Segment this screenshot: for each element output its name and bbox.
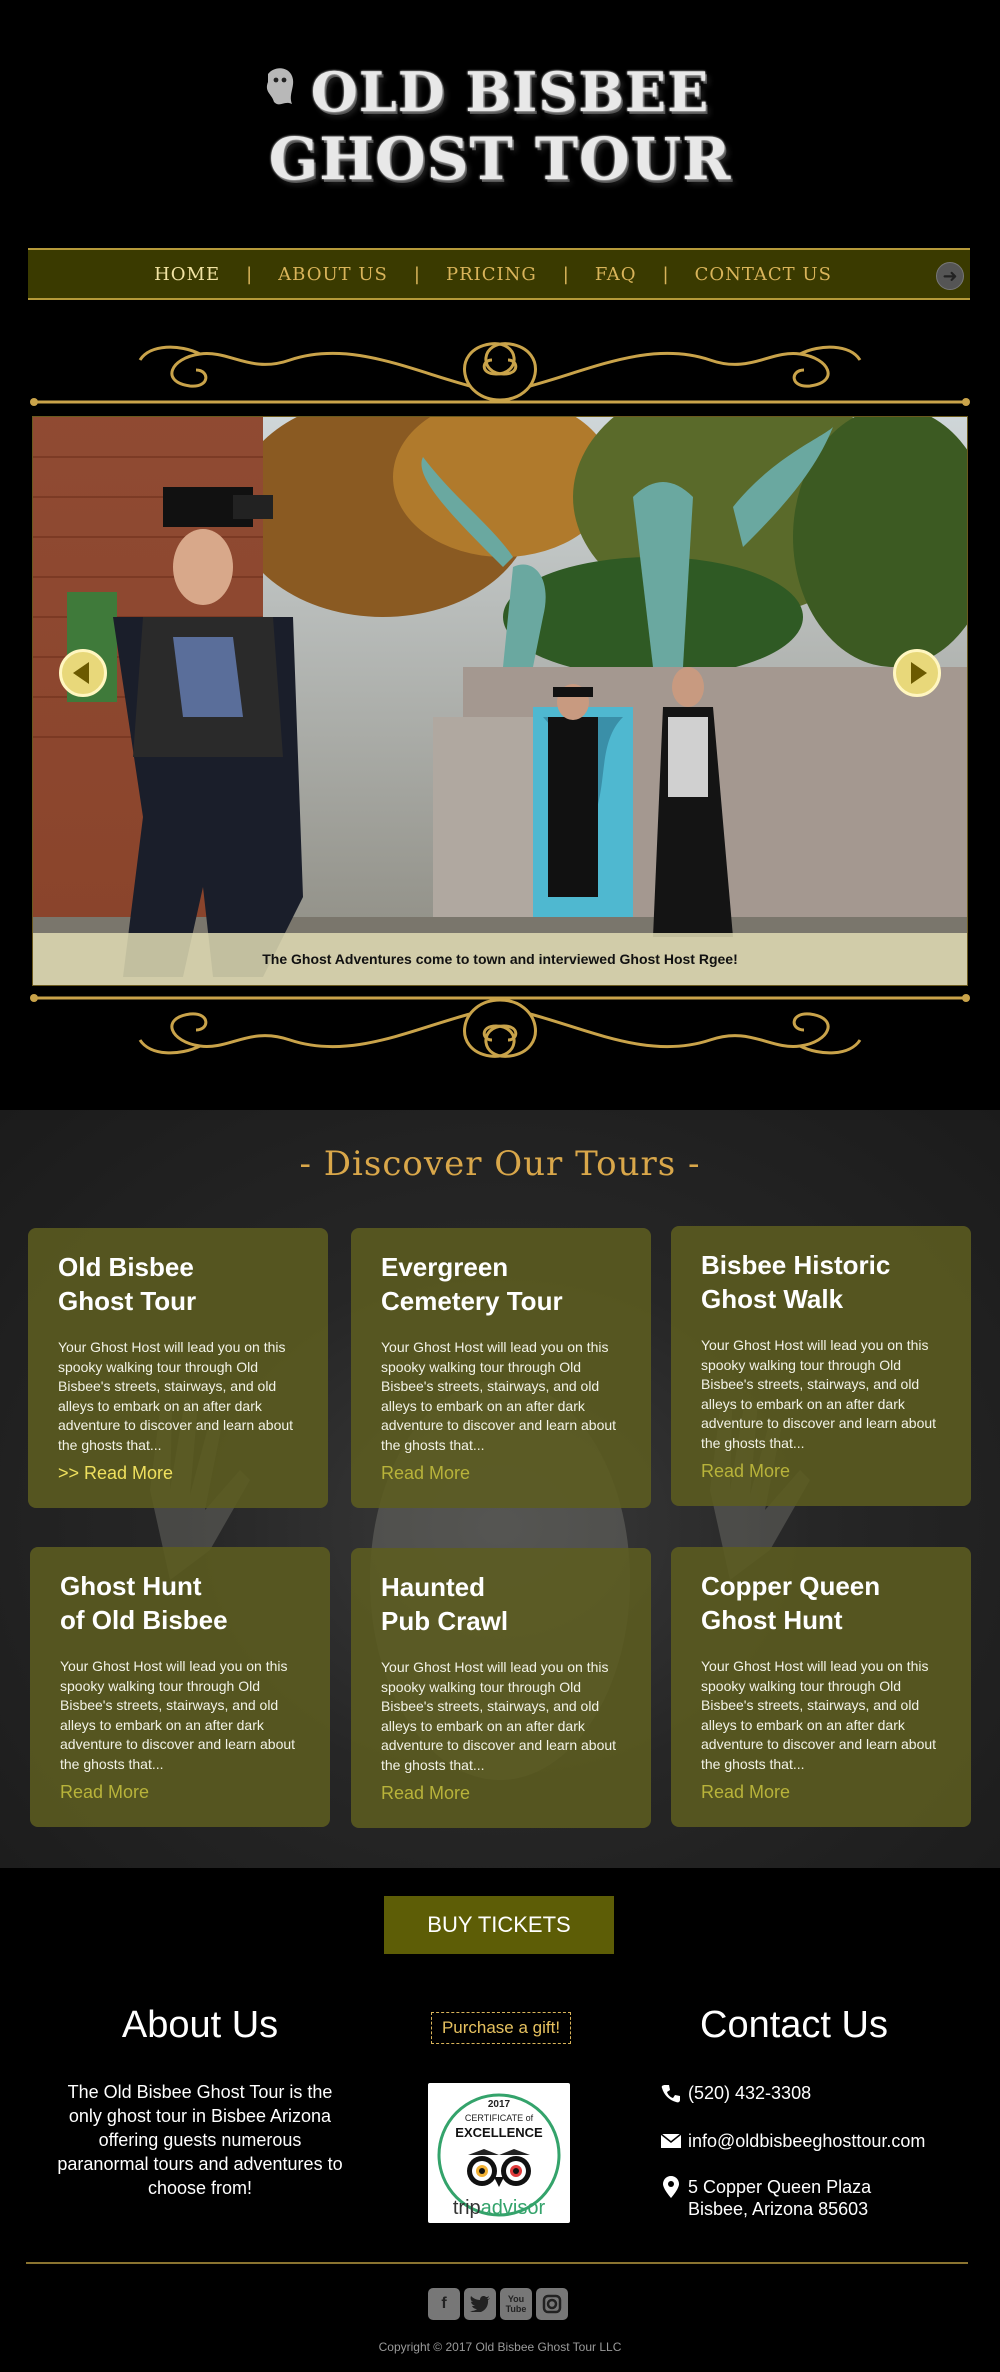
- slider-prev-button[interactable]: [59, 649, 107, 697]
- slider-next-button[interactable]: [893, 649, 941, 697]
- read-more-link[interactable]: Read More: [701, 1782, 790, 1803]
- arrow-right-icon: [911, 662, 927, 684]
- main-nav: HOME | ABOUT US | PRICING | FAQ | CONTAC…: [28, 248, 970, 300]
- nav-separator: |: [562, 263, 569, 285]
- address: 5 Copper Queen Plaza Bisbee, Arizona 856…: [688, 2176, 871, 2220]
- tours-section: - Discover Our Tours - Old Bisbee Ghost …: [0, 1110, 1000, 1868]
- nav-item-pricing[interactable]: PRICING: [446, 264, 537, 285]
- facebook-icon[interactable]: f: [428, 2288, 460, 2320]
- copyright: Copyright © 2017 Old Bisbee Ghost Tour L…: [378, 2340, 622, 2354]
- arrow-left-icon: [73, 662, 89, 684]
- phone-number: (520) 432-3308: [688, 2083, 812, 2103]
- address-line-2: Bisbee, Arizona 85603: [688, 2199, 869, 2219]
- contact-address[interactable]: 5 Copper Queen Plaza Bisbee, Arizona 856…: [658, 2176, 871, 2220]
- slide-photo: [33, 417, 967, 985]
- logo-line-2: GHOST TOUR: [268, 125, 732, 193]
- read-more-link[interactable]: Read More: [60, 1782, 149, 1803]
- tour-card-evergreen-cemetery-tour[interactable]: Evergreen Cemetery Tour Your Ghost Host …: [351, 1228, 651, 1508]
- nav-items: HOME | ABOUT US | PRICING | FAQ | CONTAC…: [154, 264, 832, 285]
- phone-icon: [658, 2082, 684, 2104]
- tripadvisor-excellence: EXCELLENCE: [455, 2125, 543, 2140]
- site-logo[interactable]: OLD BISBEE GHOST TOUR: [0, 60, 1000, 194]
- address-line-1: 5 Copper Queen Plaza: [688, 2177, 872, 2197]
- tripadvisor-name-b: advisor: [480, 2197, 546, 2219]
- nav-arrow-right-icon[interactable]: ➜: [936, 262, 964, 290]
- tour-description: Your Ghost Host will lead you on this sp…: [701, 1337, 937, 1451]
- tour-title: Copper Queen Ghost Hunt: [701, 1571, 881, 1635]
- tripadvisor-certificate: CERTIFICATE of: [464, 2113, 534, 2123]
- contact-heading: Contact Us: [700, 2004, 888, 2046]
- image-slider[interactable]: The Ghost Adventures come to town and in…: [32, 416, 968, 986]
- tripadvisor-name-a: trip: [452, 2197, 481, 2219]
- tour-title: Bisbee Historic Ghost Walk: [701, 1250, 891, 1314]
- youtube-icon[interactable]: You Tube: [500, 2288, 532, 2320]
- contact-email[interactable]: info@oldbisbeeghosttour.com: [658, 2130, 925, 2152]
- tour-card-ghost-hunt-of-old-bisbee[interactable]: Ghost Hunt of Old Bisbee Your Ghost Host…: [30, 1547, 330, 1827]
- tour-card-bisbee-historic-ghost-walk[interactable]: Bisbee Historic Ghost Walk Your Ghost Ho…: [671, 1226, 971, 1506]
- about-heading: About Us: [121, 2004, 279, 2046]
- tour-description: Your Ghost Host will lead you on this sp…: [381, 1339, 617, 1453]
- read-more-link[interactable]: Read More: [701, 1461, 790, 1482]
- tour-description: Your Ghost Host will lead you on this sp…: [60, 1658, 296, 1772]
- slide-caption: The Ghost Adventures come to town and in…: [33, 933, 967, 985]
- tour-title: Haunted Pub Crawl: [381, 1572, 509, 1636]
- tour-card-copper-queen-ghost-hunt[interactable]: Copper Queen Ghost Hunt Your Ghost Host …: [671, 1547, 971, 1827]
- tripadvisor-year: 2017: [487, 2099, 511, 2110]
- envelope-icon: [658, 2130, 684, 2152]
- tour-title: Evergreen Cemetery Tour: [381, 1252, 563, 1316]
- nav-item-faq[interactable]: FAQ: [595, 264, 637, 285]
- twitter-icon[interactable]: [464, 2288, 496, 2320]
- nav-separator: |: [662, 263, 669, 285]
- nav-item-about-us[interactable]: ABOUT US: [278, 264, 388, 285]
- nav-separator: |: [246, 263, 253, 285]
- tour-title: Ghost Hunt of Old Bisbee: [60, 1571, 228, 1635]
- tour-card-old-bisbee-ghost-tour[interactable]: Old Bisbee Ghost Tour Your Ghost Host wi…: [28, 1228, 328, 1508]
- purchase-gift-link[interactable]: Purchase a gift!: [431, 2012, 571, 2044]
- tripadvisor-badge[interactable]: 2017 CERTIFICATE of EXCELLENCE tripadvis…: [428, 2083, 570, 2223]
- footer-divider: [26, 2262, 968, 2264]
- read-more-link[interactable]: >> Read More: [58, 1463, 173, 1484]
- contact-phone[interactable]: (520) 432-3308: [658, 2082, 811, 2104]
- map-pin-icon: [658, 2176, 684, 2198]
- buy-tickets-button[interactable]: BUY TICKETS: [384, 1896, 614, 1954]
- read-more-link[interactable]: Read More: [381, 1463, 470, 1484]
- owl-eyes-icon: [467, 2149, 531, 2187]
- logo-line-1: OLD BISBEE: [310, 60, 710, 124]
- tours-heading: - Discover Our Tours -: [299, 1144, 701, 1184]
- about-text: The Old Bisbee Ghost Tour is the only gh…: [57, 2082, 343, 2198]
- social-links: f You Tube: [428, 2288, 568, 2320]
- tour-description: Your Ghost Host will lead you on this sp…: [58, 1339, 294, 1453]
- tour-title: Old Bisbee Ghost Tour: [58, 1252, 197, 1316]
- tour-description: Your Ghost Host will lead you on this sp…: [701, 1658, 937, 1772]
- nav-item-contact-us[interactable]: CONTACT US: [695, 264, 832, 285]
- tour-card-haunted-pub-crawl[interactable]: Haunted Pub Crawl Your Ghost Host will l…: [351, 1548, 651, 1828]
- site-header: OLD BISBEE GHOST TOUR: [0, 0, 1000, 240]
- email-address: info@oldbisbeeghosttour.com: [688, 2131, 926, 2151]
- nav-item-home[interactable]: HOME: [154, 264, 220, 285]
- instagram-icon[interactable]: [536, 2288, 568, 2320]
- tour-description: Your Ghost Host will lead you on this sp…: [381, 1659, 617, 1773]
- read-more-link[interactable]: Read More: [381, 1783, 470, 1804]
- nav-separator: |: [413, 263, 420, 285]
- scroll-ornament-top: [30, 342, 970, 406]
- scroll-ornament-bottom: [30, 994, 970, 1058]
- tripadvisor-name: tripadvisor: [428, 2197, 570, 2220]
